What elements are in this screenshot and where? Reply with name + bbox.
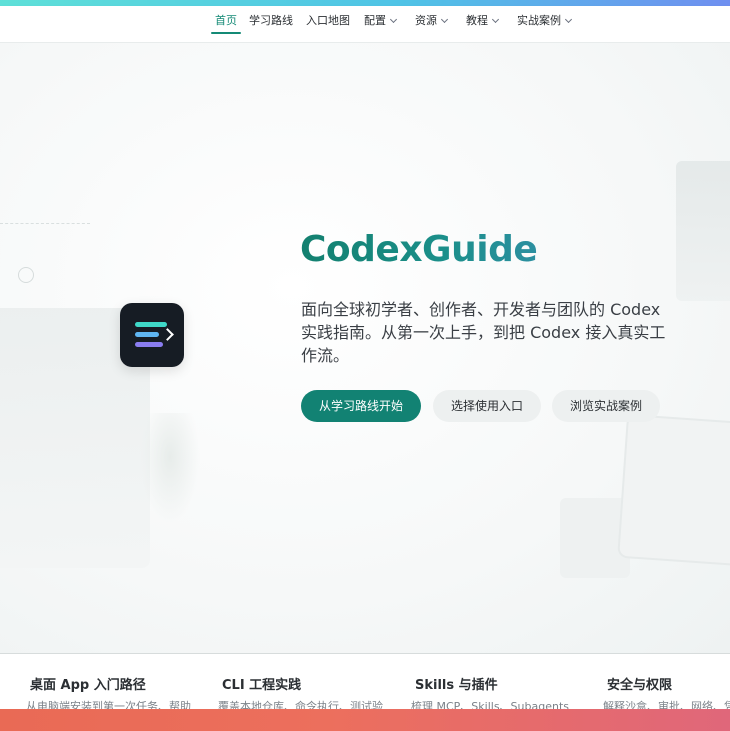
nav-item-learning-path[interactable]: 学习路线 xyxy=(249,6,293,42)
bottom-accent-bar xyxy=(0,709,730,731)
nav-item-tutorials[interactable]: 教程 xyxy=(466,6,500,42)
nav-item-label: 首页 xyxy=(215,14,237,27)
chevron-right-icon xyxy=(161,328,174,341)
main-nav: 首页 学习路线 入口地图 配置 资源 教程 实战案例 xyxy=(0,6,730,42)
hero-section: CodexGuide 面向全球初学者、创作者、开发者与团队的 Codex 实践指… xyxy=(0,43,730,653)
feature-title: Skills 与插件 xyxy=(415,678,498,693)
nav-item-entry-map[interactable]: 入口地图 xyxy=(306,6,350,42)
nav-item-label: 实战案例 xyxy=(517,14,561,27)
navbar: 首页 学习路线 入口地图 配置 资源 教程 实战案例 xyxy=(0,6,730,43)
nav-item-label: 教程 xyxy=(466,14,488,27)
nav-item-cases[interactable]: 实战案例 xyxy=(517,6,573,42)
background-tablet-illustration xyxy=(617,413,730,567)
nav-item-label: 配置 xyxy=(364,14,386,27)
background-monitor-illustration xyxy=(676,161,730,301)
hero-description: 面向全球初学者、创作者、开发者与团队的 Codex 实践指南。从第一次上手，到把… xyxy=(301,300,666,365)
hero-title: CodexGuide xyxy=(300,229,538,270)
nav-item-label: 入口地图 xyxy=(306,14,350,27)
feature-cards: 桌面 App 入门路径 从电脑端安装到第一次任务、帮助 CLI 工程实践 覆盖本… xyxy=(0,653,730,710)
chevron-down-icon xyxy=(389,15,398,24)
chevron-down-icon xyxy=(491,15,500,24)
chevron-down-icon xyxy=(564,15,573,24)
logo-bar xyxy=(135,342,163,347)
check-circle-icon xyxy=(18,267,34,283)
nav-item-resources[interactable]: 资源 xyxy=(415,6,449,42)
background-plant-illustration xyxy=(140,413,200,523)
codexguide-logo-icon xyxy=(120,303,184,367)
nav-item-label: 资源 xyxy=(415,14,437,27)
chevron-down-icon xyxy=(440,15,449,24)
feature-title: 安全与权限 xyxy=(607,678,673,693)
feature-title: CLI 工程实践 xyxy=(222,678,302,693)
choose-entry-button[interactable]: 选择使用入口 xyxy=(433,390,541,422)
nav-item-home[interactable]: 首页 xyxy=(211,6,241,42)
start-learning-path-button[interactable]: 从学习路线开始 xyxy=(301,390,421,422)
browse-cases-button[interactable]: 浏览实战案例 xyxy=(552,390,660,422)
background-decoration xyxy=(0,223,90,225)
nav-item-config[interactable]: 配置 xyxy=(364,6,398,42)
feature-title: 桌面 App 入门路径 xyxy=(30,678,146,693)
logo-bar xyxy=(135,332,159,337)
nav-item-label: 学习路线 xyxy=(249,14,293,27)
logo-bar xyxy=(135,322,167,327)
